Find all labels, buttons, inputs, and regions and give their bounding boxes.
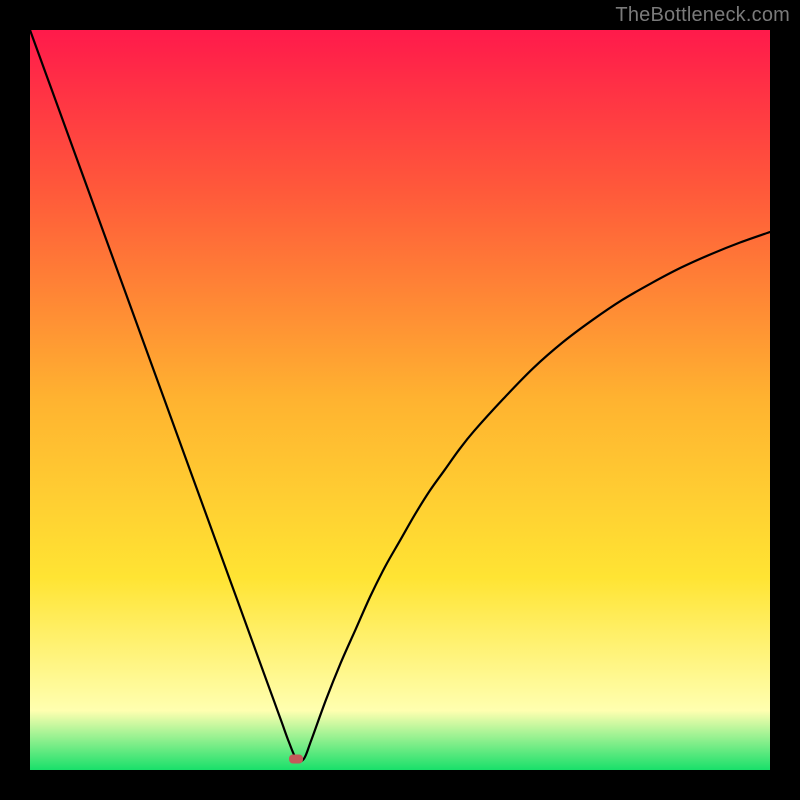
plot-svg xyxy=(30,30,770,770)
gradient-background xyxy=(30,30,770,770)
minimum-marker xyxy=(289,754,303,763)
plot-area xyxy=(30,30,770,770)
chart-stage: TheBottleneck.com xyxy=(0,0,800,800)
watermark-text: TheBottleneck.com xyxy=(615,4,790,27)
